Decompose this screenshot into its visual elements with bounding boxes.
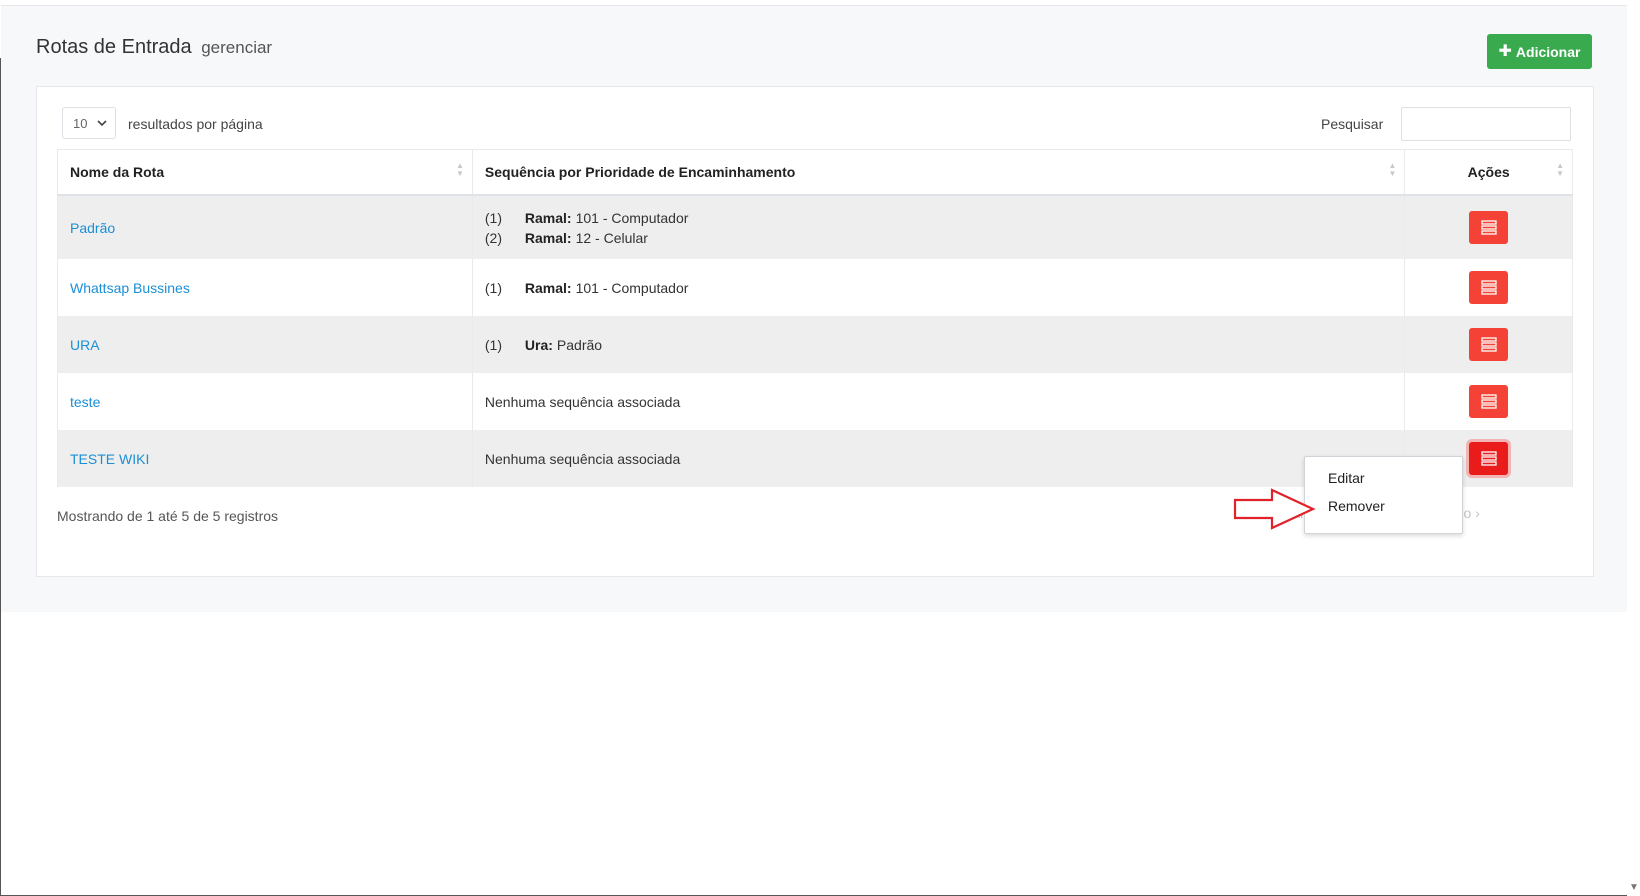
route-name-link[interactable]: TESTE WIKI (70, 451, 149, 467)
sequence-priority: (1) (484, 209, 503, 226)
scroll-down-icon[interactable]: ▼ (1629, 882, 1639, 893)
sequence-item: (1) Ramal: 101 - Computador (485, 278, 1392, 298)
sequence-type: Ramal: (524, 209, 572, 226)
no-sequence-text: Nenhuma sequência associada (484, 450, 681, 467)
add-button-label: Adicionar (1515, 43, 1581, 60)
row-actions-button[interactable] (1469, 328, 1509, 361)
page-title-text: Rotas de Entrada (36, 36, 192, 58)
page-length-label: resultados por página (128, 116, 263, 132)
row-actions-button[interactable] (1469, 385, 1509, 418)
table-row: Padrão (1) Ramal: 101 - Computador (2) R… (57, 195, 1573, 259)
table-info: Mostrando de 1 até 5 de 5 registros (57, 508, 279, 524)
sequence-priority: (1) (484, 279, 503, 296)
sequence-item: (2) Ramal: 12 - Celular (485, 228, 1392, 248)
chevron-right-icon: › (1475, 505, 1480, 521)
sequence-type: Ramal: (524, 279, 572, 296)
sequence-type: Ura: (524, 336, 553, 353)
page-title: Rotas de Entrada gerenciar (36, 36, 272, 59)
sequence-target: Padrão (556, 336, 603, 353)
sequence-item: (1) Ramal: 101 - Computador (485, 208, 1392, 228)
sequence-priority: (1) (484, 336, 503, 353)
route-name-link[interactable]: URA (70, 337, 100, 353)
routes-table: Nome da Rota ▲ ▼ Sequência por Prioridade… (57, 149, 1573, 487)
table-row: URA (1) Ura: Padrão (57, 316, 1573, 373)
add-button[interactable]: ✚ Adicionar (1487, 34, 1592, 69)
sequence-item: (1) Ura: Padrão (485, 335, 1392, 355)
page-scrollbar[interactable] (1628, 0, 1640, 896)
page-length-value: 10 (73, 115, 88, 131)
column-header-label: Nome da Rota (70, 164, 165, 180)
sort-icon: ▲ ▼ (455, 161, 464, 178)
column-header-route-name[interactable]: Nome da Rota ▲ ▼ (57, 149, 473, 196)
sort-icon: ▲ ▼ (1388, 161, 1397, 178)
page-length-select[interactable]: 10 (62, 107, 116, 139)
column-header-actions[interactable]: Ações ▲ ▼ (1404, 149, 1573, 196)
route-name-link[interactable]: Padrão (70, 220, 115, 236)
row-actions-button[interactable] (1469, 211, 1509, 244)
sequence-target: 12 - Celular (575, 229, 648, 246)
page-subtitle: gerenciar (201, 38, 273, 57)
sequence-priority: (2) (484, 229, 503, 246)
table-row: Whattsap Bussines (1) Ramal: 101 - Compu… (57, 259, 1573, 316)
chevron-down-icon (97, 120, 107, 127)
menu-icon (1481, 337, 1497, 352)
search-input[interactable] (1401, 107, 1571, 141)
no-sequence-text: Nenhuma sequência associada (484, 393, 681, 410)
column-header-label: Sequência por Prioridade de Encaminhamen… (484, 164, 796, 180)
menu-icon (1481, 394, 1497, 409)
route-name-link[interactable]: Whattsap Bussines (70, 280, 190, 296)
table-header-row: Nome da Rota ▲ ▼ Sequência por Prioridade… (57, 149, 1573, 196)
plus-icon: ✚ (1498, 42, 1512, 60)
sequence-target: 101 - Computador (575, 209, 689, 226)
sequence-type: Ramal: (524, 229, 572, 246)
dropdown-item-remove[interactable]: Remover (1328, 498, 1385, 514)
row-actions-button[interactable] (1469, 442, 1509, 475)
search-label: Pesquisar (1321, 116, 1384, 132)
menu-icon (1481, 280, 1497, 295)
row-actions-button[interactable] (1469, 271, 1509, 304)
menu-icon (1481, 451, 1497, 466)
route-name-link[interactable]: teste (70, 394, 100, 410)
sort-icon: ▲ ▼ (1556, 161, 1564, 178)
sequence-target: 101 - Computador (575, 279, 689, 296)
dropdown-item-edit[interactable]: Editar (1328, 470, 1365, 486)
column-header-sequence[interactable]: Sequência por Prioridade de Encaminhamen… (471, 149, 1406, 196)
menu-icon (1481, 220, 1497, 235)
column-header-label: Ações (1467, 164, 1510, 180)
row-actions-dropdown: Editar Remover (1304, 456, 1463, 534)
table-row: teste Nenhuma sequência associada (57, 373, 1573, 430)
annotation-arrow-icon (1233, 488, 1316, 530)
